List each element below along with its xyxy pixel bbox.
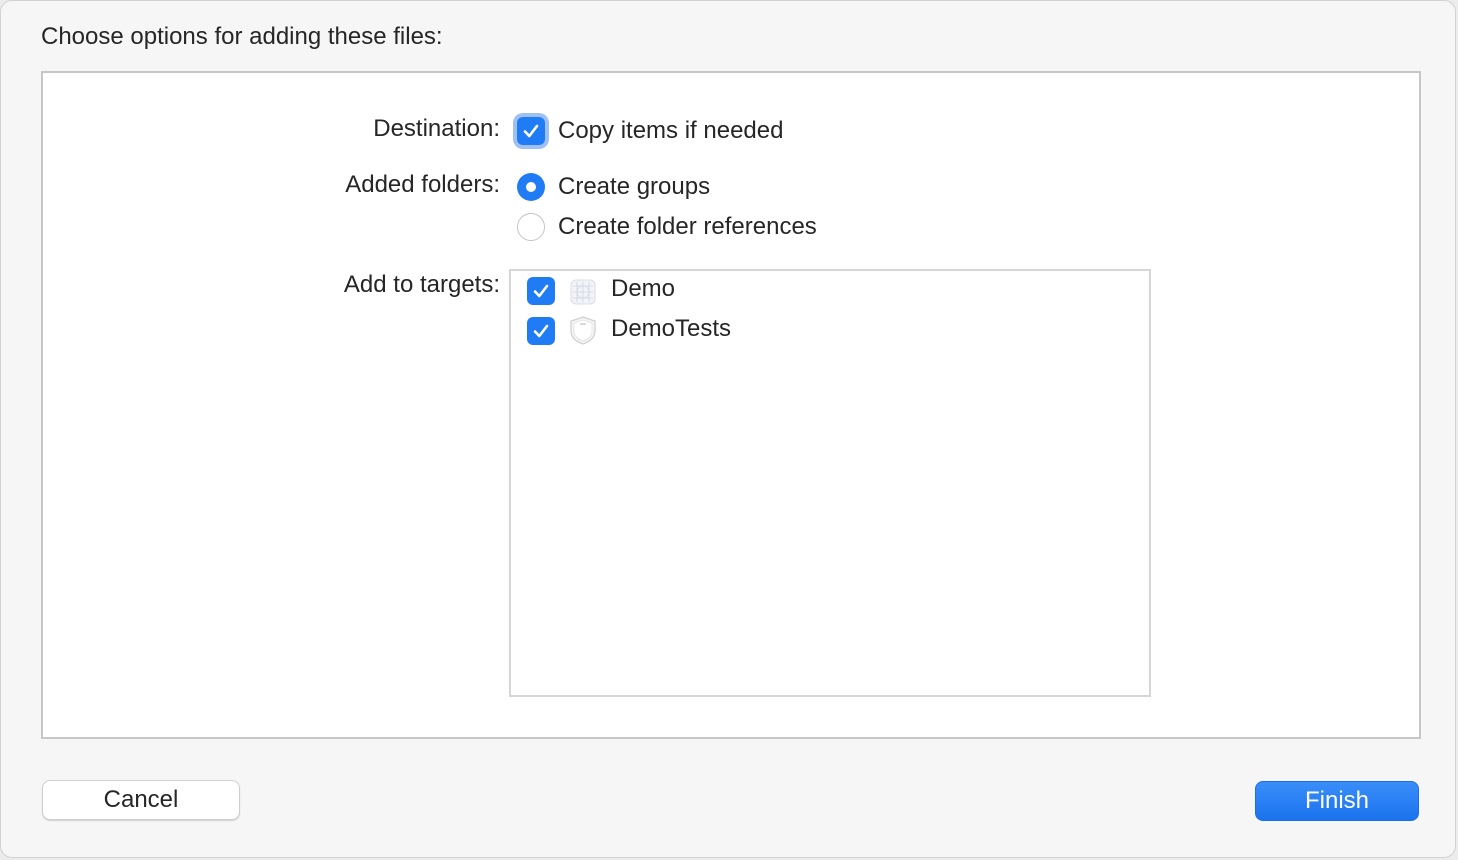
target-demo-checkbox[interactable]: [527, 277, 555, 305]
test-bundle-icon: [570, 316, 596, 345]
cancel-button[interactable]: Cancel: [42, 780, 240, 820]
add-files-sheet: Choose options for adding these files: D…: [0, 0, 1456, 858]
checkmark-icon: [533, 284, 549, 298]
checkmark-icon: [533, 324, 549, 338]
copy-items-label[interactable]: Copy items if needed: [558, 117, 783, 145]
copy-items-checkbox[interactable]: [517, 117, 545, 145]
added-folders-label: Added folders:: [345, 171, 500, 198]
create-groups-radio[interactable]: [517, 173, 545, 201]
create-groups-label[interactable]: Create groups: [558, 173, 710, 201]
target-demotests-name[interactable]: DemoTests: [611, 315, 731, 343]
destination-label: Destination:: [373, 115, 500, 142]
target-demo-name[interactable]: Demo: [611, 275, 675, 303]
checkmark-icon: [523, 124, 539, 138]
app-target-icon: [570, 279, 596, 305]
target-demotests-checkbox[interactable]: [527, 317, 555, 345]
sheet-heading: Choose options for adding these files:: [41, 23, 443, 50]
targets-list[interactable]: [509, 269, 1151, 697]
create-folder-references-label[interactable]: Create folder references: [558, 213, 817, 241]
create-folder-references-radio[interactable]: [517, 213, 545, 241]
finish-button[interactable]: Finish: [1255, 781, 1419, 821]
add-to-targets-label: Add to targets:: [343, 271, 500, 298]
